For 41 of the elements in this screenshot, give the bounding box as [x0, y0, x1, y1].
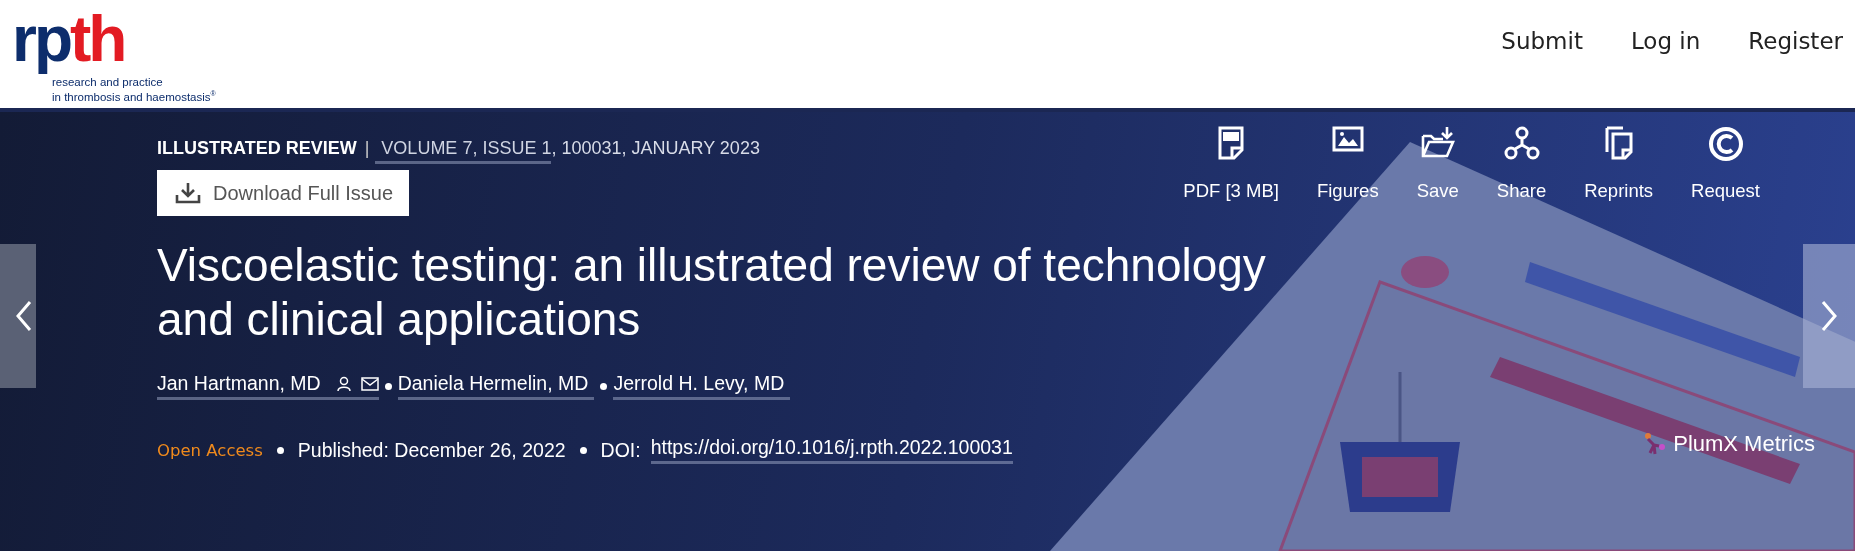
article-type: ILLUSTRATED REVIEW — [157, 138, 357, 159]
bullet-icon — [579, 446, 587, 454]
logo-letters: rp — [12, 2, 70, 76]
author-link[interactable]: Daniela Hermelin, MD — [397, 372, 589, 395]
toolbar-button[interactable]: PDF [3 MB] — [1164, 126, 1298, 202]
toolbar-button[interactable]: Reprints — [1565, 126, 1673, 202]
image-icon — [1331, 126, 1364, 152]
mail-icon[interactable] — [360, 376, 379, 391]
toolbar-button[interactable]: Save — [1397, 126, 1478, 202]
documents-icon — [1604, 126, 1633, 160]
author-link[interactable]: Jerrold H. Levy, MD — [613, 372, 785, 395]
toolbar-button[interactable]: Figures — [1297, 126, 1398, 202]
nav-link[interactable]: Register — [1748, 28, 1843, 54]
plumx-link[interactable]: PlumX Metrics — [1643, 431, 1815, 457]
logo-tagline: in thrombosis and haemostasis$^{®}$ — [52, 89, 216, 103]
separator-text: | — [364, 138, 370, 159]
person-icon[interactable] — [336, 375, 351, 392]
doi-link[interactable]: https://doi.org/10.1016/j.rpth.2022.100031 — [650, 436, 1013, 464]
open-access-label: Open Access — [157, 440, 263, 460]
issue-details: , 100031, JANUARY 2023 — [551, 138, 760, 159]
share-icon — [1503, 126, 1540, 160]
toolbar-button[interactable]: Request — [1672, 126, 1779, 202]
author-link[interactable]: Jan Hartmann, MD — [157, 372, 321, 395]
logo-tagline: research and practice — [52, 76, 163, 88]
doi-label: DOI: — [600, 438, 641, 462]
bullet-icon — [600, 382, 608, 390]
published-date: Published: December 26, 2022 — [297, 438, 566, 462]
bullet-icon — [276, 446, 284, 454]
article-title: Viscoelastic testing: an illustrated review of technology and clinical applications — [157, 238, 1267, 346]
bullet-icon — [384, 382, 392, 390]
pdf-file-icon — [1218, 126, 1245, 160]
logo-letters: th — [70, 2, 125, 76]
previous-button[interactable] — [0, 244, 36, 388]
nav-link[interactable]: Submit — [1501, 28, 1583, 54]
nav-link[interactable]: Log in — [1630, 28, 1701, 54]
folder-download-icon — [1420, 126, 1455, 158]
download-icon — [175, 182, 201, 204]
copyright-icon — [1707, 126, 1744, 162]
download-button[interactable]: Download Full Issue — [157, 170, 410, 216]
toolbar-button[interactable]: Share — [1477, 126, 1566, 202]
issue-link[interactable]: VOLUME 7, ISSUE 1 — [375, 138, 552, 164]
